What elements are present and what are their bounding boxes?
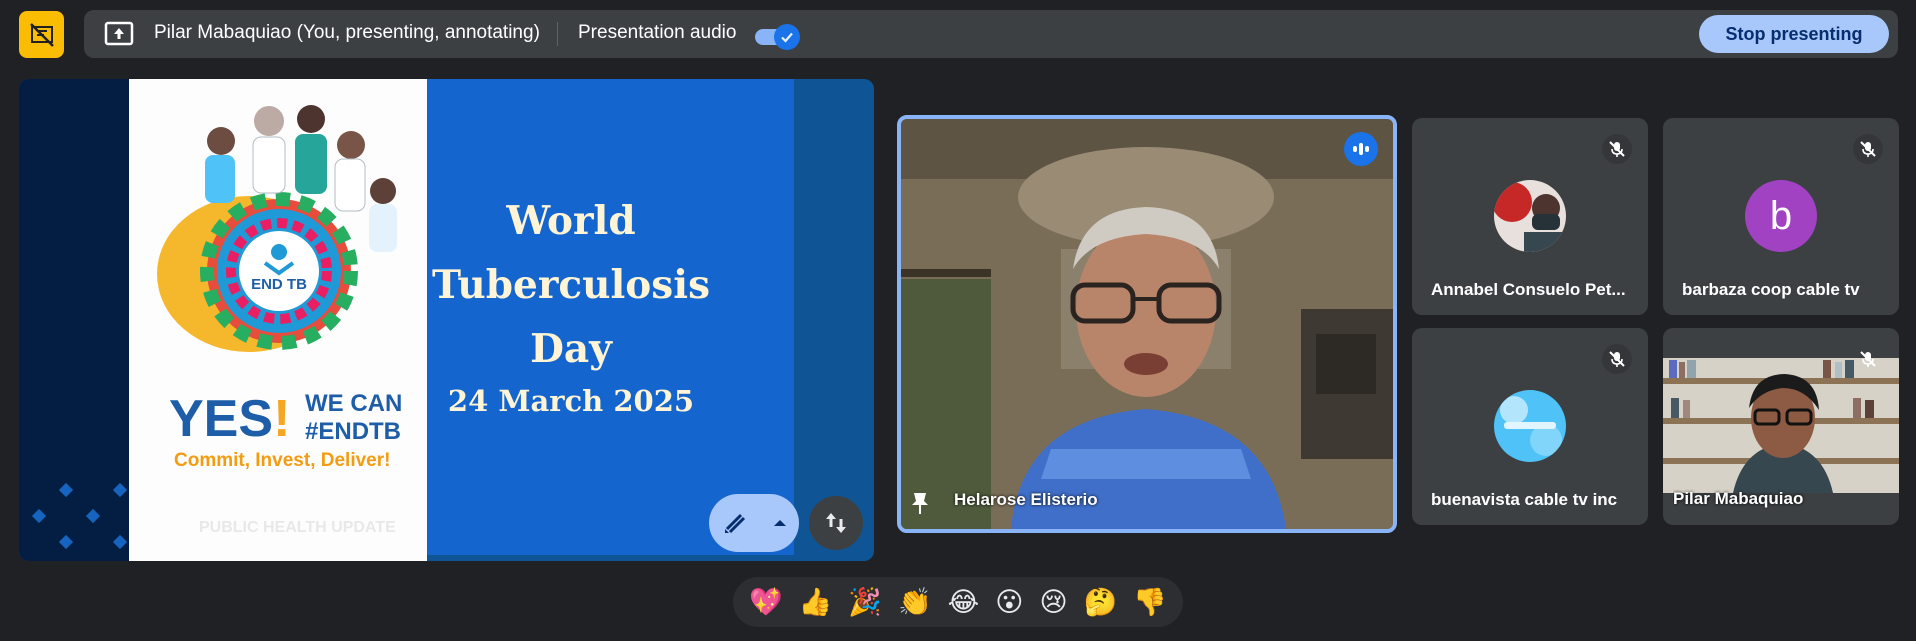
slide-image-panel: END TB YES! WE CAN #ENDTB Commit, Invest… [129, 79, 427, 561]
slide-commit-text: Commit, Invest, Deliver! [174, 450, 391, 471]
decor-diamond [85, 508, 101, 524]
avatar-initial-letter: b [1769, 193, 1793, 238]
endtb-illustration: END TB [157, 105, 397, 352]
mic-off-icon [1853, 134, 1883, 164]
avatar-initial: b [1745, 180, 1817, 252]
participant-tile-buenavista[interactable]: buenavista cable tv inc [1412, 328, 1648, 525]
presentation-audio-toggle[interactable] [755, 24, 801, 50]
slide-margin [19, 79, 129, 561]
presentation-off-icon [29, 22, 54, 47]
slide-title: World Tuberculosis Day [427, 189, 715, 381]
stop-presenting-button[interactable]: Stop presenting [1699, 15, 1889, 53]
reaction-thumbs-up[interactable]: 👍 [799, 587, 833, 617]
speaker-video [901, 119, 1393, 529]
slide-title-line3: Day [530, 326, 612, 372]
move-toolbar-button[interactable] [809, 496, 863, 550]
slide-yes-text: YES! [169, 389, 290, 449]
reaction-crying[interactable]: 😢 [1039, 587, 1067, 617]
presenter-label: Pilar Mabaquiao (You, presenting, annota… [154, 22, 540, 43]
decor-diamond [58, 482, 74, 498]
toggle-thumb [774, 24, 800, 50]
participant-video [1663, 358, 1899, 493]
participant-tile-barbaza[interactable]: b barbaza coop cable tv [1663, 118, 1899, 315]
reaction-clapping[interactable]: 👏 [898, 587, 932, 617]
annotate-button[interactable] [709, 494, 799, 552]
divider [557, 22, 558, 46]
mic-off-icon [1602, 134, 1632, 164]
decor-diamond [31, 508, 47, 524]
slide-yes: YES [169, 390, 274, 448]
avatar [1494, 180, 1566, 252]
mic-off-icon [1602, 344, 1632, 374]
decor-diamond [112, 534, 128, 550]
reaction-surprised[interactable]: 😮 [995, 587, 1023, 617]
pin-icon[interactable] [907, 490, 933, 516]
reaction-laughing[interactable]: 😂 [948, 587, 980, 617]
speaker-name: Helarose Elisterio [954, 490, 1098, 509]
slide-wecan-line2: #ENDTB [305, 418, 402, 445]
participant-name: buenavista cable tv inc [1431, 490, 1618, 509]
slide-title-line1: World [506, 198, 636, 244]
app-icon[interactable] [19, 11, 64, 58]
participant-name: barbaza coop cable tv [1682, 280, 1860, 299]
decor-diamond [112, 482, 128, 498]
mic-off-icon [1853, 344, 1883, 374]
slide-wecan-line1: WE CAN [305, 390, 403, 417]
annotate-pen-icon [725, 513, 746, 534]
check-icon [781, 32, 793, 43]
endtb-logo-text: END TB [251, 276, 307, 293]
speaker-video-tile[interactable] [897, 115, 1397, 533]
participant-tile-annabel[interactable]: Annabel Consuelo Pet... [1412, 118, 1648, 315]
participant-tile-pilar[interactable]: Pilar Mabaquiao [1663, 328, 1899, 525]
presentation-view: END TB YES! WE CAN #ENDTB Commit, Invest… [19, 79, 874, 561]
participant-name: Pilar Mabaquiao [1673, 489, 1804, 508]
swap-vertical-icon [826, 513, 846, 533]
reactions-bar: 💖 👍 🎉 👏 😂 😮 😢 🤔 👎 [733, 577, 1183, 627]
speaking-indicator-icon [1344, 132, 1378, 166]
slide-wecan-text: WE CAN #ENDTB [305, 390, 402, 446]
slide-yes-bang: ! [273, 390, 291, 448]
slide-footer-text: PUBLIC HEALTH UPDATE [199, 519, 396, 536]
slide-title-line2: Tuberculosis [431, 262, 711, 308]
caret-up-icon [774, 520, 786, 526]
avatar [1494, 390, 1566, 462]
participant-name: Annabel Consuelo Pet... [1431, 280, 1626, 299]
decor-diamond [58, 534, 74, 550]
reaction-thumbs-down[interactable]: 👎 [1133, 587, 1167, 617]
slide-date: 24 March 2025 [447, 384, 695, 418]
presentation-audio-label: Presentation audio [578, 22, 737, 43]
reaction-sparkling-heart[interactable]: 💖 [749, 587, 783, 617]
reaction-party-popper[interactable]: 🎉 [848, 587, 882, 617]
reaction-thinking[interactable]: 🤔 [1084, 587, 1118, 617]
present-screen-icon [104, 20, 134, 48]
